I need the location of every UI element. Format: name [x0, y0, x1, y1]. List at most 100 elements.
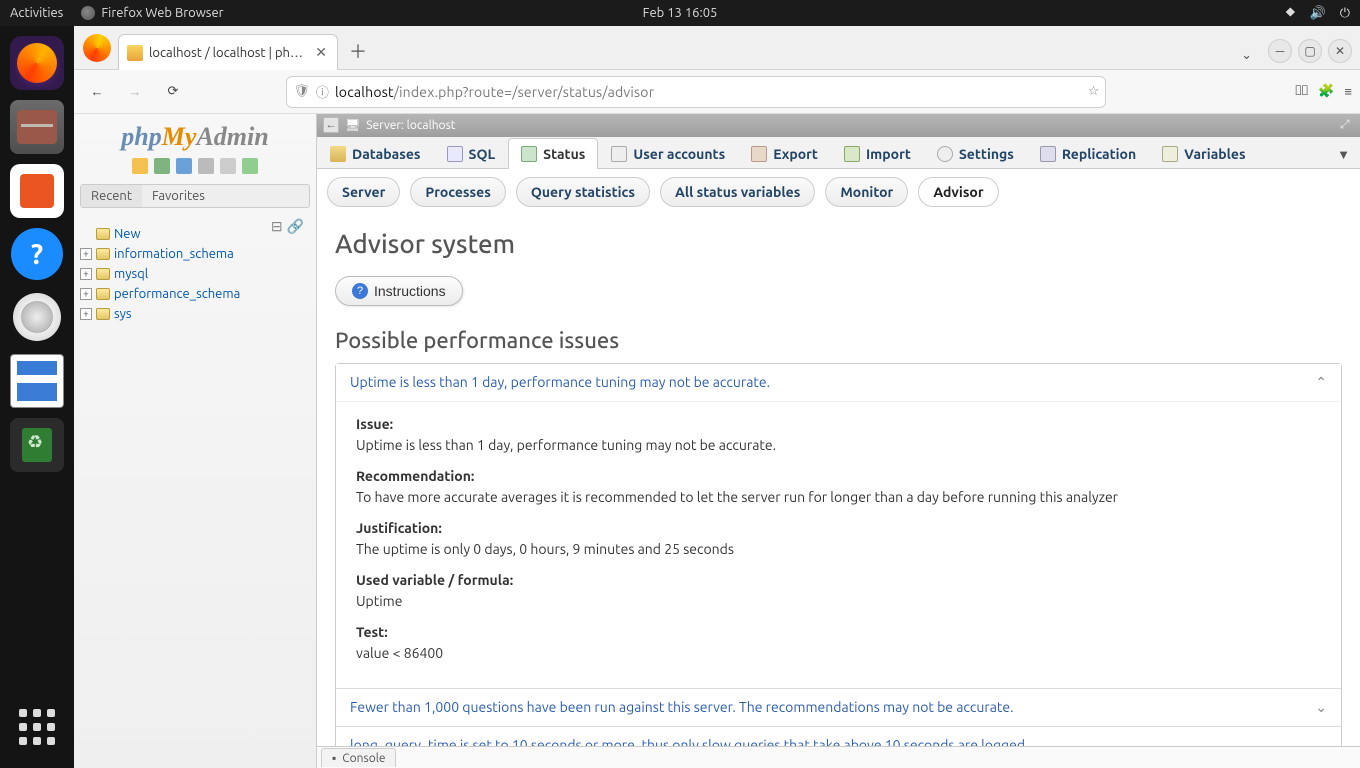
tab-databases[interactable]: Databases [317, 138, 434, 169]
dock-trash[interactable] [10, 418, 64, 472]
instructions-button[interactable]: ? Instructions [335, 276, 463, 306]
chevron-up-icon: ⌃ [1315, 374, 1327, 391]
dock-files[interactable] [10, 100, 64, 154]
db-icon [96, 268, 110, 280]
console-toggle[interactable]: ▪ Console [321, 748, 396, 767]
text-issue: Uptime is less than 1 day, performance t… [356, 435, 1321, 456]
lock-icon: ⓘ [316, 82, 329, 101]
label-issue: Issue: [356, 414, 1321, 435]
activities-button[interactable]: Activities [10, 6, 63, 20]
sidebar-tab-recent[interactable]: Recent [81, 185, 142, 207]
tab-user-accounts[interactable]: User accounts [598, 138, 738, 169]
dock-apps-grid[interactable] [10, 700, 64, 754]
subtab-processes[interactable]: Processes [410, 177, 506, 207]
tab-sql[interactable]: SQL [434, 138, 509, 169]
sidebar-tabs: Recent Favorites [80, 184, 310, 208]
issue-1-header[interactable]: Uptime is less than 1 day, performance t… [336, 364, 1341, 401]
network-icon[interactable]: ⯁ [1285, 6, 1295, 21]
tree-db[interactable]: + sys [80, 304, 312, 324]
pma-sidebar: phpMyAdmin Recent Favorites ⊟ 🔗 [74, 114, 317, 768]
window-close-button[interactable]: ✕ [1328, 39, 1352, 63]
text-variable: Uptime [356, 591, 1321, 612]
reload-icon[interactable] [242, 158, 258, 174]
text-recommendation: To have more accurate averages it is rec… [356, 487, 1321, 508]
reload-button[interactable]: ⟳ [158, 77, 188, 107]
text-test: value < 86400 [356, 643, 1321, 664]
tree-new[interactable]: New [80, 224, 271, 244]
gear-icon[interactable] [220, 158, 236, 174]
window-minimize-button[interactable]: － [1268, 39, 1292, 63]
tab-export[interactable]: Export [738, 138, 831, 169]
dock-disk[interactable] [10, 290, 64, 344]
settings-icon[interactable] [198, 158, 214, 174]
dock-help[interactable]: ? [11, 228, 63, 280]
clock[interactable]: Feb 13 16:05 [643, 6, 718, 20]
subtab-server[interactable]: Server [327, 177, 400, 207]
pma-logo[interactable]: phpMyAdmin [74, 122, 316, 152]
advisor-body: Advisor system ? Instructions Possible p… [317, 215, 1360, 768]
firefox-icon [81, 6, 95, 20]
tab-close-icon[interactable]: ✕ [313, 44, 329, 61]
breadcrumb[interactable]: Server: localhost [366, 119, 455, 132]
volume-icon[interactable]: 🔊 [1310, 6, 1326, 21]
expand-breadcrumb-icon[interactable]: ⤢ [1340, 118, 1354, 132]
subtab-monitor[interactable]: Monitor [825, 177, 908, 207]
expand-icon[interactable]: + [80, 268, 92, 280]
link-icon[interactable]: 🔗 [287, 218, 304, 235]
dock-software[interactable] [10, 164, 64, 218]
issue-2-header[interactable]: Fewer than 1,000 questions have been run… [336, 688, 1341, 726]
tab-replication[interactable]: Replication [1027, 138, 1149, 169]
db-icon [96, 308, 110, 320]
docs-icon[interactable] [176, 158, 192, 174]
extensions-icon[interactable]: 🧩 [1318, 84, 1334, 99]
subtab-query-statistics[interactable]: Query statistics [516, 177, 650, 207]
subtab-all-status-variables[interactable]: All status variables [660, 177, 815, 207]
new-tab-button[interactable]: ＋ [342, 35, 374, 67]
issues-accordion: Uptime is less than 1 day, performance t… [335, 363, 1342, 768]
tab-import[interactable]: Import [831, 138, 924, 169]
window-maximize-button[interactable]: ▢ [1298, 39, 1322, 63]
text-justification: The uptime is only 0 days, 0 hours, 9 mi… [356, 539, 1321, 560]
power-icon[interactable]: ⏻ [1340, 6, 1350, 21]
tree-db[interactable]: + performance_schema [80, 284, 312, 304]
collapse-all-icon[interactable]: ⊟ [271, 218, 283, 235]
logout-icon[interactable] [154, 158, 170, 174]
nav-toolbar: ← → ⟳ 🛡 ⓘ localhost/index.php?route=/ser… [74, 70, 1360, 114]
tree-db[interactable]: + mysql [80, 264, 312, 284]
page-content: phpMyAdmin Recent Favorites ⊟ 🔗 [74, 114, 1360, 768]
issues-heading: Possible performance issues [335, 328, 1342, 353]
forward-button[interactable]: → [120, 77, 150, 107]
url-bar[interactable]: 🛡 ⓘ localhost/index.php?route=/server/st… [286, 76, 1106, 108]
label-variable: Used variable / formula: [356, 570, 1321, 591]
console-icon: ▪ [332, 751, 336, 765]
expand-icon[interactable]: + [80, 308, 92, 320]
bookmark-star-icon[interactable]: ☆ [1088, 84, 1100, 99]
label-test: Test: [356, 622, 1321, 643]
dock-firefox[interactable] [10, 36, 64, 90]
tab-variables[interactable]: Variables [1149, 138, 1258, 169]
tab-status[interactable]: Status [508, 138, 598, 169]
shield-icon: 🛡 [293, 84, 310, 99]
tab-settings[interactable]: Settings [924, 138, 1027, 169]
dock-text-editor[interactable] [10, 354, 64, 408]
hamburger-menu-icon[interactable]: ≡ [1344, 84, 1352, 99]
status-subtabs: Server Processes Query statistics All st… [317, 169, 1360, 215]
page-title: Advisor system [335, 229, 1342, 258]
collapse-sidebar-button[interactable]: ← [323, 117, 339, 133]
subtab-advisor[interactable]: Advisor [918, 177, 998, 207]
expand-icon[interactable]: + [80, 288, 92, 300]
pocket-icon[interactable]: ⌄⃝ [1295, 84, 1308, 99]
expand-icon[interactable]: + [80, 248, 92, 260]
label-justification: Justification: [356, 518, 1321, 539]
chevron-down-icon: ⌄ [1315, 699, 1327, 716]
browser-tab[interactable]: localhost / localhost | phpMyAdmin ✕ [118, 34, 338, 70]
home-icon[interactable] [132, 158, 148, 174]
issue-1-body: Issue: Uptime is less than 1 day, perfor… [336, 401, 1341, 688]
tabs-more-icon[interactable]: ▼ [1327, 141, 1360, 168]
sidebar-tab-favorites[interactable]: Favorites [142, 185, 215, 207]
tabs-dropdown-icon[interactable]: ⌄ [1231, 42, 1262, 69]
firefox-home-icon[interactable] [80, 31, 114, 65]
tree-db[interactable]: + information_schema [80, 244, 312, 264]
back-button[interactable]: ← [82, 77, 112, 107]
active-app-indicator[interactable]: Firefox Web Browser [81, 6, 223, 20]
